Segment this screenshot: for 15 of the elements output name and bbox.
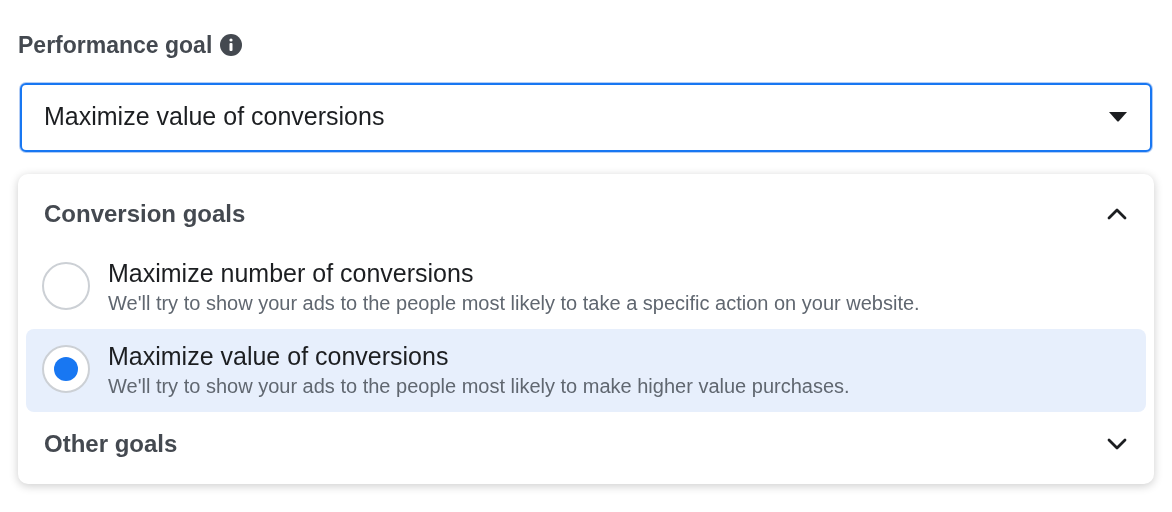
caret-icon xyxy=(1108,111,1128,123)
option-title: Maximize number of conversions xyxy=(108,257,475,289)
info-icon[interactable] xyxy=(220,34,243,57)
group-header[interactable]: Other goals xyxy=(26,412,1146,476)
radio-button[interactable] xyxy=(42,261,90,310)
group-header[interactable]: Conversion goals xyxy=(26,181,1146,246)
option-description: We'll try to show your ads to the people most likely to take a specific action on your website. xyxy=(108,290,920,316)
option-description: We'll try to show your ads to the people most likely to make higher value purchases. xyxy=(108,374,850,399)
chevron-icon xyxy=(1106,436,1128,452)
goal-option[interactable]: Maximize number of conversions We'll try to show your ads to the people most likely to take a specific action on your website. xyxy=(26,245,1146,329)
goal-dropdown[interactable]: Maximize value of conversions xyxy=(20,82,1152,152)
radio-button[interactable] xyxy=(42,344,90,393)
goal-option[interactable]: Maximize value of conversions We'll try to show your ads to the people most likely to make higher value purchases. xyxy=(26,328,1146,412)
field-label: Performance goal xyxy=(18,31,213,60)
option-title: Maximize value of conversions xyxy=(108,340,450,372)
